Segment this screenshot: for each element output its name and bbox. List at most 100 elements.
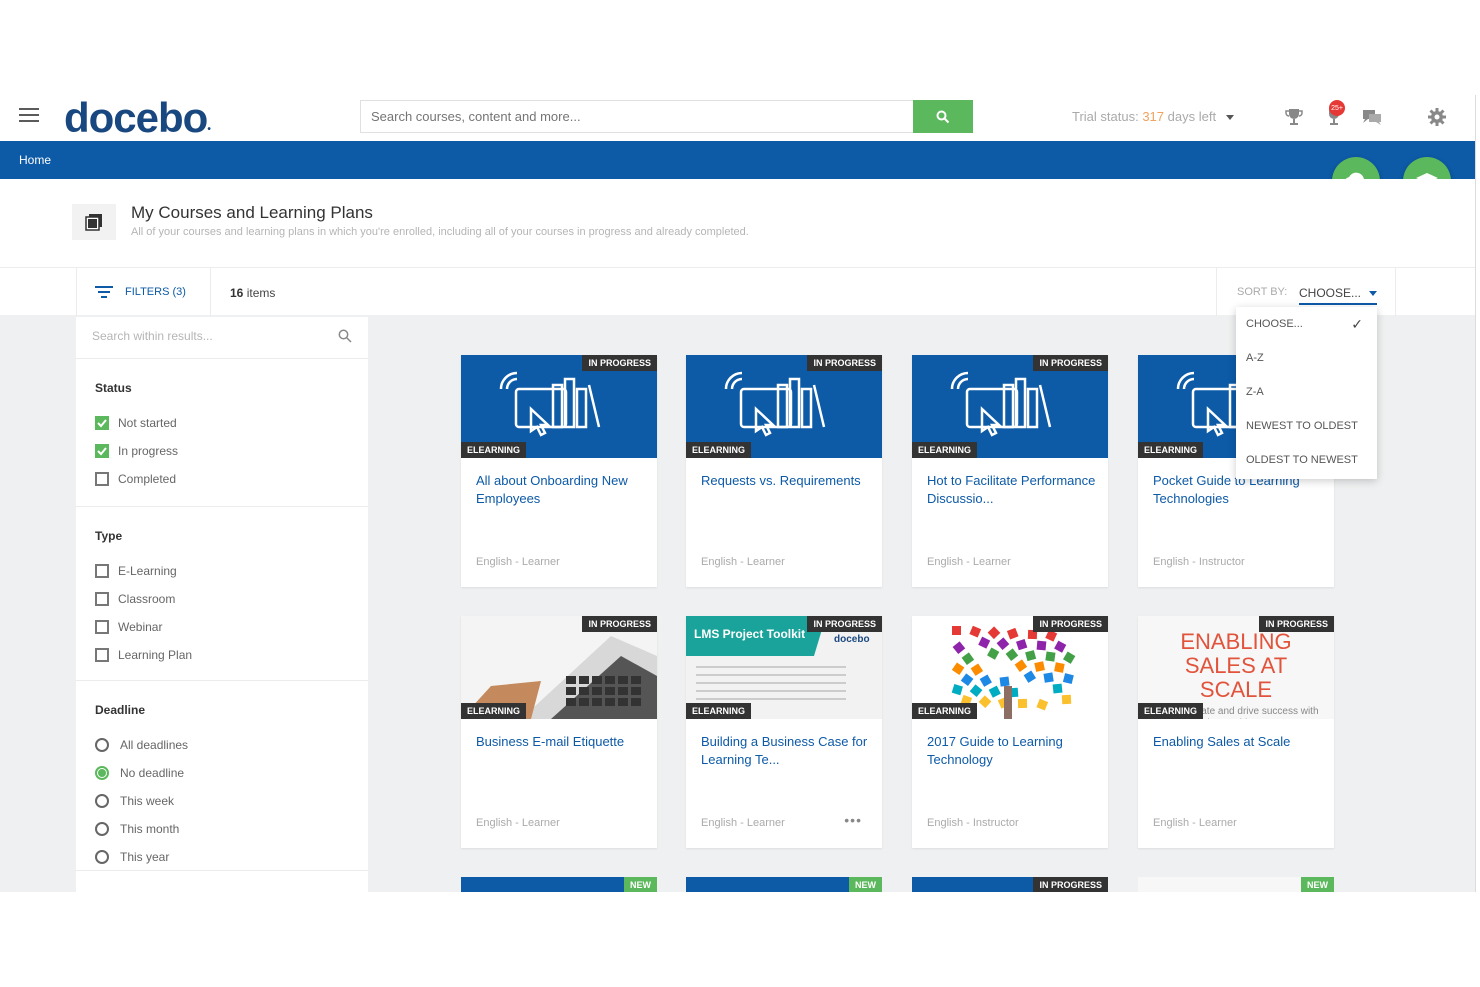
status-badge: IN PROGRESS: [582, 616, 657, 632]
course-card[interactable]: NEW: [461, 877, 657, 892]
search-button[interactable]: [913, 100, 973, 133]
page-subtitle: All of your courses and learning plans i…: [131, 226, 749, 238]
filter-icon: [95, 286, 113, 298]
results-search-input[interactable]: Search within results...: [76, 317, 368, 359]
deadline-radio-option[interactable]: This week: [76, 787, 368, 815]
option-label: No deadline: [120, 766, 185, 780]
search-icon: [936, 110, 950, 123]
course-meta: English - Instructor: [927, 817, 1019, 829]
course-thumbnail[interactable]: LMS Project Toolkit docebo IN PROGRESS ELEA…: [686, 616, 882, 719]
type-badge: ELEARNING: [1138, 442, 1204, 458]
sort-option[interactable]: NEWEST TO OLDEST: [1236, 413, 1377, 447]
chat-icon[interactable]: [1361, 106, 1383, 128]
checkbox[interactable]: [95, 648, 109, 662]
course-card[interactable]: IN PROGRESS ELEARNING Requests vs. Require…: [686, 355, 882, 587]
filter-checkbox-option[interactable]: In progress: [76, 437, 368, 465]
option-label: This week: [120, 794, 175, 808]
course-thumbnail[interactable]: IN PROGRESS ELEARNING: [461, 616, 657, 719]
sort-option[interactable]: CHOOSE... ✓: [1236, 311, 1377, 345]
option-label: This month: [120, 822, 180, 836]
chevron-down-icon: [1226, 115, 1235, 121]
course-meta: English - Learner: [927, 556, 1011, 568]
course-thumbnail[interactable]: IN PROGRESS ELEARNING: [912, 616, 1108, 719]
course-title[interactable]: Business E-mail Etiquette: [476, 733, 646, 751]
radio-button[interactable]: [95, 822, 109, 836]
checkbox[interactable]: [95, 472, 109, 486]
course-card[interactable]: NEW: [686, 877, 882, 892]
filter-checkbox-option[interactable]: Webinar: [76, 613, 368, 641]
status-badge: NEW: [849, 877, 882, 892]
menu-icon[interactable]: [19, 108, 39, 124]
course-meta: English - Learner: [476, 556, 560, 568]
filters-label: FILTERS (3): [125, 286, 186, 298]
course-thumbnail[interactable]: IN PROGRESS ELEARNING: [686, 355, 882, 458]
notifications-icon[interactable]: 25+: [1323, 100, 1345, 128]
course-card[interactable]: NEW: [1138, 877, 1334, 892]
course-title[interactable]: Enabling Sales at Scale: [1153, 733, 1323, 751]
checkbox[interactable]: [95, 620, 109, 634]
course-card[interactable]: LMS Project Toolkit docebo IN PROGRESS ELEA…: [686, 616, 882, 848]
global-search-input[interactable]: [360, 100, 915, 133]
sort-by-select[interactable]: CHOOSE...: [1299, 286, 1378, 305]
radio-button[interactable]: [95, 738, 109, 752]
course-title[interactable]: All about Onboarding New Employees: [476, 472, 646, 508]
radio-button[interactable]: [95, 766, 109, 780]
course-card[interactable]: IN PROGRESS ELEARNING Hot to Facilitate Pe…: [912, 355, 1108, 587]
courses-icon: [72, 204, 116, 240]
radio-button[interactable]: [95, 794, 109, 808]
deadline-radio-option[interactable]: All deadlines: [76, 731, 368, 759]
course-title[interactable]: 2017 Guide to Learning Technology: [927, 733, 1097, 769]
notification-badge: 25+: [1329, 100, 1345, 116]
settings-gear-icon[interactable]: [1426, 106, 1448, 128]
more-options-icon[interactable]: •••: [844, 812, 862, 828]
course-title[interactable]: Requests vs. Requirements: [701, 472, 871, 490]
type-badge: ELEARNING: [686, 703, 752, 719]
radio-button[interactable]: [95, 850, 109, 864]
items-count: 16 items: [230, 286, 276, 300]
course-meta: English - Learner: [701, 556, 785, 568]
option-label: All deadlines: [120, 738, 189, 752]
breadcrumb-home[interactable]: Home: [19, 153, 51, 167]
trial-status[interactable]: Trial status: 317 days left: [1072, 109, 1235, 124]
filter-checkbox-option[interactable]: Classroom: [76, 585, 368, 613]
breadcrumb-bar: Home: [0, 141, 1475, 179]
option-label: Not started: [118, 416, 177, 430]
checkbox[interactable]: [95, 592, 109, 606]
filter-checkbox-option[interactable]: Learning Plan: [76, 641, 368, 669]
checkbox[interactable]: [95, 564, 109, 578]
type-badge: ELEARNING: [912, 703, 978, 719]
search-icon: [338, 329, 352, 343]
sort-by-label: SORT BY:: [1237, 286, 1288, 298]
docebo-logo[interactable]: docebo•: [64, 95, 211, 141]
course-card[interactable]: IN PROGRESS ELEARNING Business E-mail Etiq…: [461, 616, 657, 848]
course-card[interactable]: IN PROGRESS: [912, 877, 1108, 892]
course-card[interactable]: ENABLING SALES AT SCALEHow to create and…: [1138, 616, 1334, 848]
sort-option[interactable]: Z-A: [1236, 379, 1377, 413]
filter-checkbox-option[interactable]: Completed: [76, 465, 368, 493]
sort-option[interactable]: A-Z: [1236, 345, 1377, 379]
checkbox[interactable]: [95, 444, 109, 458]
course-thumbnail[interactable]: IN PROGRESS ELEARNING: [461, 355, 657, 458]
page-title: My Courses and Learning Plans: [131, 203, 373, 222]
filter-checkbox-option[interactable]: Not started: [76, 409, 368, 437]
status-badge: IN PROGRESS: [807, 616, 882, 632]
filters-button[interactable]: FILTERS (3): [76, 268, 211, 316]
sort-option[interactable]: OLDEST TO NEWEST: [1236, 447, 1377, 481]
option-label: Completed: [118, 472, 177, 486]
checkbox[interactable]: [95, 416, 109, 430]
trophy-icon[interactable]: [1283, 106, 1305, 128]
deadline-radio-option[interactable]: This month: [76, 815, 368, 843]
course-title[interactable]: Hot to Facilitate Performance Discussio.…: [927, 472, 1097, 508]
course-title[interactable]: Building a Business Case for Learning Te…: [701, 733, 871, 769]
course-card[interactable]: IN PROGRESS ELEARNING 2017 Guide to Learni…: [912, 616, 1108, 848]
course-card[interactable]: IN PROGRESS ELEARNING All about Onboarding…: [461, 355, 657, 587]
deadline-radio-option[interactable]: This year: [76, 843, 368, 871]
status-badge: IN PROGRESS: [1033, 616, 1108, 632]
deadline-radio-option[interactable]: No deadline: [76, 759, 368, 787]
app-window: docebo• Trial status: 317 days left 25+ …: [0, 95, 1476, 892]
course-thumbnail[interactable]: IN PROGRESS ELEARNING: [912, 355, 1108, 458]
course-thumbnail[interactable]: ENABLING SALES AT SCALEHow to create and…: [1138, 616, 1334, 719]
deadline-filter-group: Deadline All deadlines No deadline This we…: [76, 681, 368, 871]
course-meta: English - Learner: [476, 817, 560, 829]
filter-checkbox-option[interactable]: E-Learning: [76, 557, 368, 585]
